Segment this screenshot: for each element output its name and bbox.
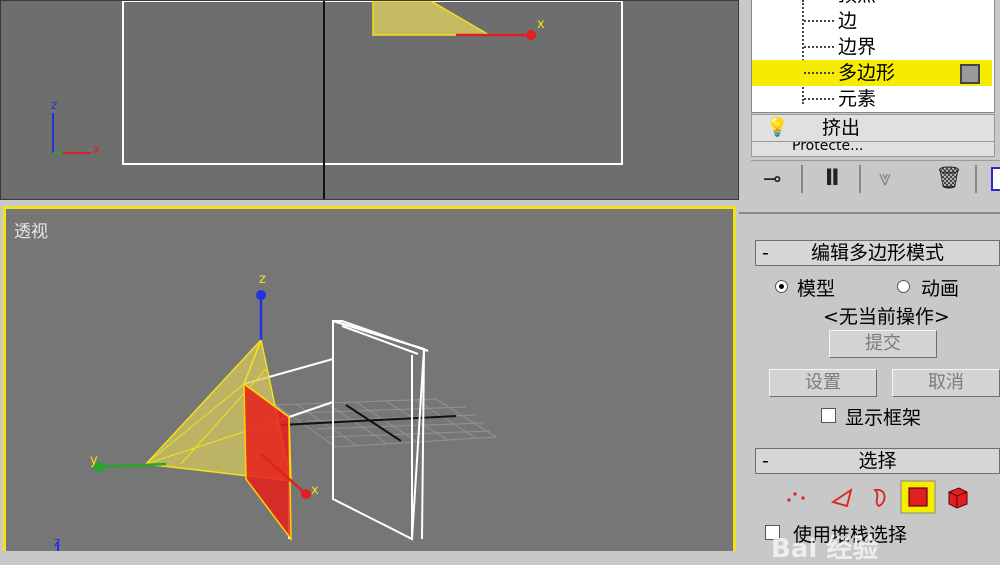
gizmo-x-handle — [301, 489, 311, 499]
command-panel: 顶点 边 边界 多边形 元素 💡 挤出 Protecte... ⊸ Ⅱ ⩔ 🗑 — [739, 0, 1000, 564]
tripod-z-label: z — [54, 535, 61, 549]
rollout-selection[interactable]: - 选择 — [755, 448, 1000, 474]
border-mode-button[interactable] — [869, 486, 891, 508]
perspective-scene — [57, 290, 498, 551]
axis-x-label: x — [537, 17, 545, 32]
gizmo-z-label: z — [259, 272, 266, 287]
gizmo-z-handle — [256, 290, 266, 300]
show-cage-checkbox[interactable] — [821, 408, 836, 423]
gizmo-x-label: x — [311, 483, 319, 498]
stack-item-vertex[interactable]: 顶点 — [752, 0, 992, 8]
remove-modifier-icon[interactable]: 🗑 — [935, 166, 963, 191]
stack-item-edge[interactable]: 边 — [752, 8, 992, 34]
axis-z-label: z — [51, 98, 58, 112]
rollout-edit-poly-mode[interactable]: - 编辑多边形模式 — [755, 240, 1000, 266]
polygon-selection-top — [372, 1, 492, 36]
top-viewport-scene — [52, 1, 623, 199]
selected-polygon — [243, 382, 292, 542]
stack-item-polygon[interactable]: 多边形 — [752, 60, 992, 86]
perspective-viewport[interactable]: 透视 z y x z — [3, 206, 736, 551]
top-viewport[interactable]: x z x — [0, 0, 739, 200]
show-cage-label: 显示框架 — [845, 407, 922, 429]
radio-animate[interactable] — [897, 280, 910, 293]
axis-x-label-tripod: x — [93, 142, 101, 156]
element-mode-button[interactable] — [945, 486, 967, 508]
commit-button[interactable]: 提交 — [829, 330, 937, 358]
edge-mode-button[interactable] — [829, 486, 851, 508]
stack-item-border[interactable]: 边界 — [752, 34, 992, 60]
pin-stack-icon[interactable]: ⊸ — [763, 167, 781, 192]
watermark: Bai 经验 — [771, 534, 879, 564]
vertex-mode-button[interactable] — [787, 486, 809, 508]
configure-modifier-sets-icon[interactable] — [991, 167, 1000, 191]
panel-divider — [739, 212, 1000, 214]
stack-item-icon — [960, 64, 980, 84]
light-bulb-icon[interactable]: 💡 — [766, 115, 788, 141]
modifier-stack[interactable]: 顶点 边 边界 多边形 元素 — [751, 0, 995, 113]
gizmo-y-label: y — [90, 453, 98, 468]
radio-model[interactable] — [775, 280, 788, 293]
cancel-button[interactable]: 取消 — [892, 369, 1000, 397]
gizmo-x-handle — [526, 30, 536, 40]
stack-item-extrude[interactable]: 💡 挤出 — [751, 114, 995, 142]
radio-model-label: 模型 — [797, 278, 836, 300]
stack-item-element[interactable]: 元素 — [752, 86, 992, 112]
settings-button[interactable]: 设置 — [769, 369, 877, 397]
subobject-icons — [787, 480, 968, 514]
stack-toolbar: ⊸ Ⅱ ⩔ 🗑 — [751, 160, 1000, 201]
radio-animate-label: 动画 — [921, 278, 960, 300]
polygon-mode-button[interactable] — [901, 481, 935, 513]
stack-item-next[interactable]: Protecte... — [751, 141, 995, 157]
show-end-result-icon[interactable]: Ⅱ — [825, 166, 840, 191]
current-operation-status: <无当前操作> — [823, 306, 950, 328]
make-unique-icon[interactable]: ⩔ — [879, 166, 891, 191]
